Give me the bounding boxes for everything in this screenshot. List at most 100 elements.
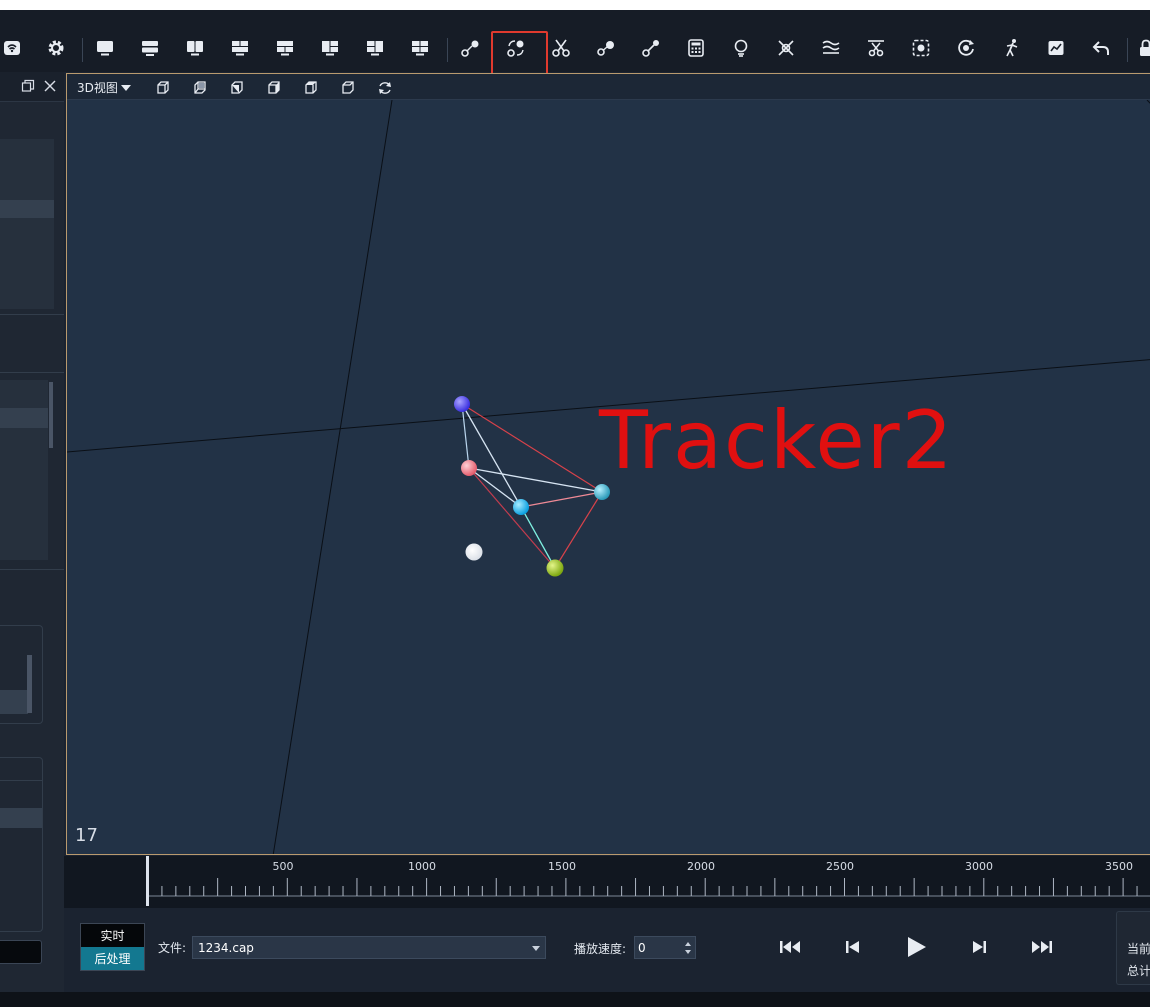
view-left-icon[interactable] — [229, 80, 245, 96]
divider — [0, 780, 43, 781]
close-icon[interactable] — [43, 79, 57, 93]
current-frame-label: 当前 — [1127, 942, 1150, 956]
view-top-icon[interactable] — [303, 80, 319, 96]
timeline-tick-label: 1000 — [408, 860, 436, 873]
chevron-down-icon — [120, 84, 131, 91]
divider — [0, 372, 64, 373]
target-frame-icon[interactable] — [910, 37, 932, 59]
delete-marker-icon[interactable] — [775, 37, 797, 59]
spin-up-icon[interactable] — [685, 942, 691, 946]
main-toolbar — [0, 10, 1150, 97]
3d-viewport[interactable]: 3D视图 Tracker2 17 — [66, 73, 1150, 855]
marker-white[interactable] — [465, 543, 483, 561]
post-processing-mode-button[interactable]: 后处理 — [81, 947, 144, 970]
gear-icon[interactable] — [45, 37, 67, 59]
speed-value: 0 — [638, 940, 646, 955]
rotate-target-icon[interactable] — [955, 37, 977, 59]
layout-top-split-icon[interactable] — [274, 37, 296, 59]
view-mode-dropdown[interactable]: 3D视图 — [77, 79, 131, 96]
smooth-wave-icon[interactable] — [820, 37, 842, 59]
left-panel-header — [0, 72, 64, 102]
marker-blue[interactable] — [454, 396, 470, 412]
cut-icon[interactable] — [550, 37, 572, 59]
playback-bar: 实时 后处理 文件: 1234.cap 播放速度: 0 当前 总计 — [64, 908, 1150, 992]
file-select[interactable]: 1234.cap — [192, 936, 546, 959]
marker-green[interactable] — [546, 559, 564, 577]
marker-rename-icon[interactable] — [505, 37, 527, 59]
chart-icon[interactable] — [1045, 37, 1067, 59]
toolbar-separator — [447, 38, 448, 62]
timeline-tick-label: 3000 — [965, 860, 993, 873]
skeleton-icon[interactable] — [1000, 37, 1022, 59]
marker-cyan-center[interactable] — [513, 499, 529, 515]
skip-to-end-icon[interactable] — [1031, 938, 1053, 956]
speed-label: 播放速度: — [574, 942, 627, 956]
undo-icon[interactable] — [1090, 37, 1112, 59]
view-front-icon[interactable] — [155, 80, 171, 96]
divider — [0, 569, 64, 570]
lock-icon[interactable] — [1135, 37, 1150, 59]
layout-split-horizontal-icon[interactable] — [139, 37, 161, 59]
file-label: 文件: — [158, 941, 187, 955]
step-forward-icon[interactable] — [968, 938, 990, 956]
list-item-selected[interactable] — [0, 808, 42, 828]
view-mode-label: 3D视图 — [77, 81, 118, 95]
spin-down-icon[interactable] — [685, 950, 691, 954]
timeline-playhead[interactable] — [146, 856, 149, 906]
layout-left-split-icon[interactable] — [364, 37, 386, 59]
marker-add-icon[interactable] — [595, 37, 617, 59]
scrollbar-thumb[interactable] — [49, 382, 53, 448]
marker-pink[interactable] — [461, 460, 477, 476]
calculator-icon[interactable] — [685, 37, 707, 59]
layout-grid-icon[interactable] — [229, 37, 251, 59]
panel-group-box — [0, 757, 43, 932]
mode-switch: 实时 后处理 — [80, 923, 145, 971]
panel-field[interactable] — [0, 690, 28, 714]
view-bottom-icon[interactable] — [340, 80, 356, 96]
marker-link-icon[interactable] — [459, 37, 481, 59]
total-frame-label: 总计 — [1127, 964, 1150, 978]
frame-stats-panel: 当前 总计 — [1116, 911, 1150, 985]
panel-list-block[interactable] — [0, 380, 48, 560]
toolbar-separator — [1127, 38, 1128, 62]
timeline-tick-label: 3500 — [1105, 860, 1133, 873]
list-item-selected[interactable] — [0, 200, 54, 218]
view-back-icon[interactable] — [192, 80, 208, 96]
list-item-selected[interactable] — [0, 408, 48, 428]
play-icon[interactable] — [905, 935, 927, 959]
timeline-tick-label: 1500 — [548, 860, 576, 873]
skip-to-start-icon[interactable] — [779, 938, 801, 956]
bulb-icon[interactable] — [730, 37, 752, 59]
layout-split-vertical-icon[interactable] — [184, 37, 206, 59]
view-reset-icon[interactable] — [377, 80, 393, 96]
timeline-tick-label: 2000 — [687, 860, 715, 873]
speed-stepper[interactable]: 0 — [634, 936, 696, 959]
scrollbar-thumb[interactable] — [27, 655, 32, 713]
realtime-mode-button[interactable]: 实时 — [81, 924, 144, 947]
wifi-settings-icon[interactable] — [1, 37, 23, 59]
restore-window-icon[interactable] — [21, 79, 35, 93]
timeline-tick-label: 500 — [272, 860, 294, 873]
layout-single-icon[interactable] — [94, 37, 116, 59]
step-back-icon[interactable] — [842, 938, 864, 956]
frame-number: 17 — [75, 825, 98, 846]
chevron-down-icon — [532, 946, 540, 951]
timeline-tick-label: 2500 — [826, 860, 854, 873]
left-side-panel — [0, 72, 64, 992]
marker-connect-icon[interactable] — [640, 37, 662, 59]
file-select-value: 1234.cap — [198, 940, 254, 955]
layout-right-split-icon[interactable] — [319, 37, 341, 59]
divider — [0, 314, 64, 315]
status-bar — [0, 992, 1150, 1007]
viewport-toolbar: 3D视图 — [67, 74, 1150, 100]
layout-quad-icon[interactable] — [409, 37, 431, 59]
trim-icon[interactable] — [865, 37, 887, 59]
tracker-overlay-label: Tracker2 — [599, 394, 955, 487]
axis-line-vertical — [272, 99, 393, 854]
marker-links — [461, 403, 603, 569]
timeline-ruler[interactable]: 500 1000 1500 2000 2500 3000 3500 — [64, 856, 1150, 908]
panel-input[interactable] — [0, 940, 42, 964]
panel-list-block[interactable] — [0, 139, 54, 309]
view-right-icon[interactable] — [266, 80, 282, 96]
title-strip — [0, 0, 1150, 10]
